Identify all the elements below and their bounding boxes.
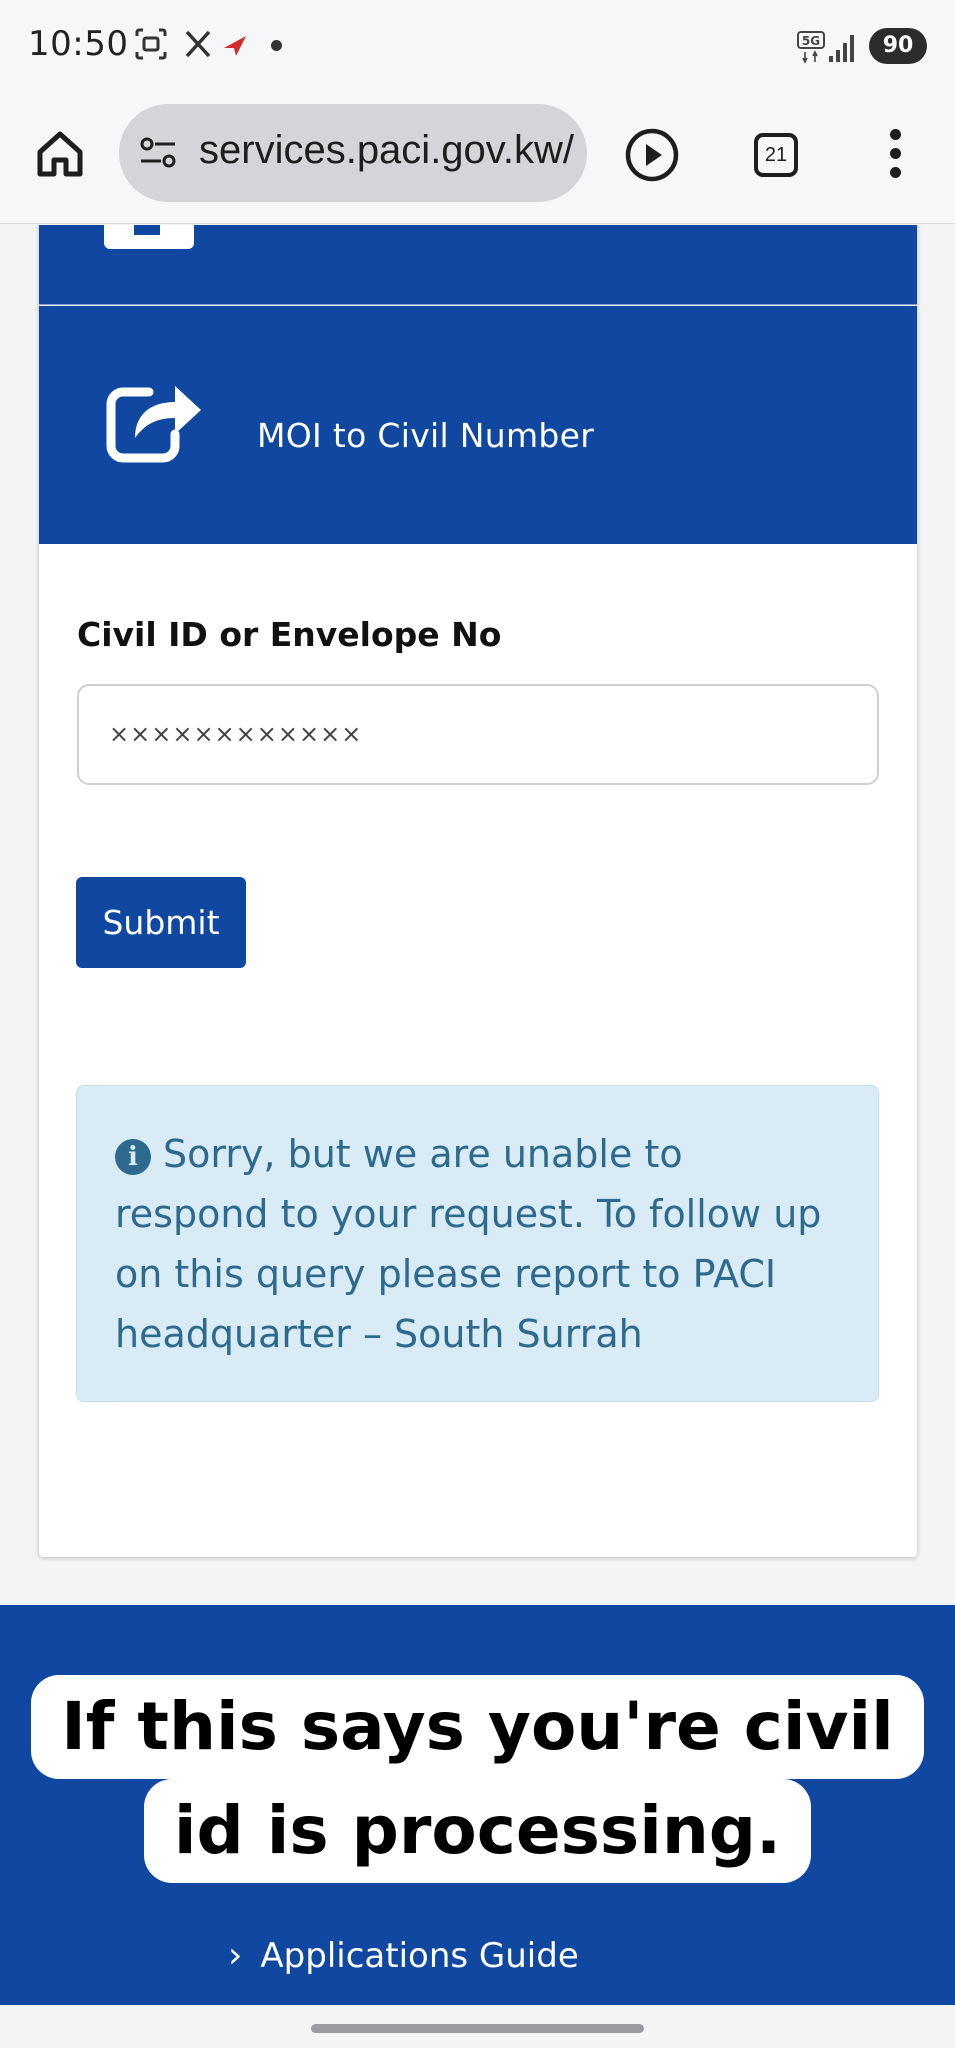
service-icon-partial: [104, 225, 194, 249]
browser-toolbar: services.paci.gov.kw/ 21: [0, 92, 955, 224]
moi-to-civil-number-band[interactable]: MOI to Civil Number: [39, 306, 917, 544]
info-alert: i Sorry, but we are unable to respond to …: [76, 1085, 879, 1402]
url-text[interactable]: services.paci.gov.kw/: [199, 128, 575, 173]
service-card: MOI to Civil Number Civil ID or Envelope…: [39, 225, 917, 1557]
caption-line-1: If this says you're civil: [31, 1675, 924, 1779]
screenshot-icon: [135, 28, 167, 60]
share-arrow-icon: [106, 386, 201, 463]
applications-guide-label: Applications Guide: [260, 1936, 579, 1976]
status-bar: 10:50 5G 90: [0, 0, 955, 92]
gesture-nav-handle[interactable]: [311, 2024, 644, 2033]
address-bar[interactable]: services.paci.gov.kw/: [119, 104, 587, 202]
send-notification-icon: [224, 36, 246, 56]
info-icon: i: [115, 1139, 151, 1175]
site-footer: If this says you're civil id is processi…: [0, 1605, 955, 2005]
civil-id-input[interactable]: ××××××××××××: [77, 684, 879, 785]
submit-button[interactable]: Submit: [76, 877, 246, 968]
caption-line-2: id is processing.: [143, 1779, 812, 1883]
status-time: 10:50: [28, 24, 129, 64]
play-icon[interactable]: [623, 126, 681, 184]
alert-text: Sorry, but we are unable to respond to y…: [115, 1132, 822, 1356]
applications-guide-link[interactable]: › Applications Guide: [228, 1935, 579, 1976]
tab-switcher-button[interactable]: 21: [754, 133, 798, 177]
home-icon[interactable]: [32, 126, 88, 182]
chevron-right-icon: ›: [228, 1935, 243, 1976]
site-settings-icon[interactable]: [139, 136, 179, 170]
signal-5g-icon: 5G: [797, 31, 854, 64]
x-app-icon: [185, 30, 211, 58]
page-viewport: MOI to Civil Number Civil ID or Envelope…: [0, 225, 955, 2048]
overflow-menu-icon[interactable]: [880, 126, 910, 186]
notification-dot: [271, 40, 282, 51]
battery-indicator: 90: [869, 28, 927, 64]
service-label: MOI to Civil Number: [257, 416, 595, 455]
civil-id-label: Civil ID or Envelope No: [77, 615, 502, 654]
network-type: 5G: [802, 34, 820, 48]
overlay-caption: If this says you're civil id is processi…: [0, 1675, 955, 1883]
previous-service-band[interactable]: [39, 225, 917, 305]
